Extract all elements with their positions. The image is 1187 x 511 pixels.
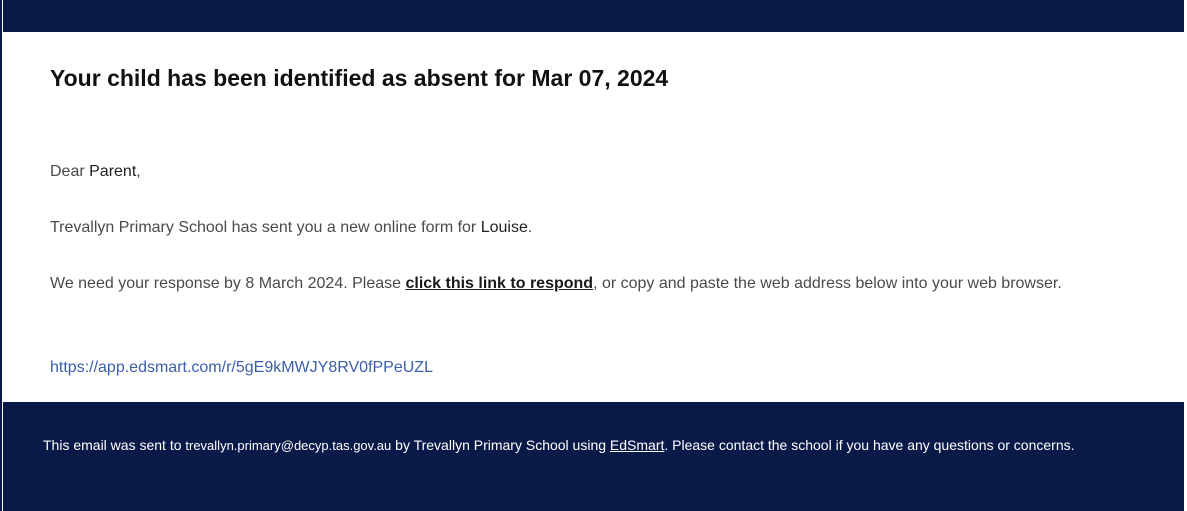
footer-text: This email was sent to trevallyn.primary… <box>43 435 1133 456</box>
response-suffix: , or copy and paste the web address belo… <box>593 275 1062 292</box>
greeting-prefix: Dear <box>50 163 90 180</box>
greeting-suffix: , <box>136 163 141 180</box>
edsmart-link[interactable]: EdSmart <box>610 437 664 453</box>
absence-heading: Your child has been identified as absent… <box>50 65 669 91</box>
form-sent-message: Trevallyn Primary School has sent you a … <box>50 216 532 240</box>
form-sent-prefix: Trevallyn Primary School has sent you a … <box>50 219 481 236</box>
web-address-line: https://app.edsmart.com/r/5gE9kMWJY8RV0f… <box>50 356 433 380</box>
footer: This email was sent to trevallyn.primary… <box>3 402 1184 511</box>
web-address-link[interactable]: https://app.edsmart.com/r/5gE9kMWJY8RV0f… <box>50 359 433 376</box>
footer-prefix: This email was sent to <box>43 437 186 453</box>
email-frame: Your child has been identified as absent… <box>0 0 1187 511</box>
header-bar <box>3 0 1184 32</box>
footer-middle: by Trevallyn Primary School using <box>391 437 610 453</box>
respond-link[interactable]: click this link to respond <box>405 275 593 292</box>
response-request: We need your response by 8 March 2024. P… <box>50 272 1130 296</box>
student-name: Louise <box>480 219 528 236</box>
recipient-email: trevallyn.primary@decyp.tas.gov.au <box>185 438 392 453</box>
form-sent-suffix: . <box>527 219 533 236</box>
footer-suffix: . Please contact the school if you have … <box>664 437 1075 453</box>
greeting: Dear Parent, <box>50 160 141 184</box>
frame-edge <box>0 0 2 511</box>
greeting-name: Parent <box>89 163 137 180</box>
response-prefix: We need your response by 8 March 2024. P… <box>50 275 406 292</box>
